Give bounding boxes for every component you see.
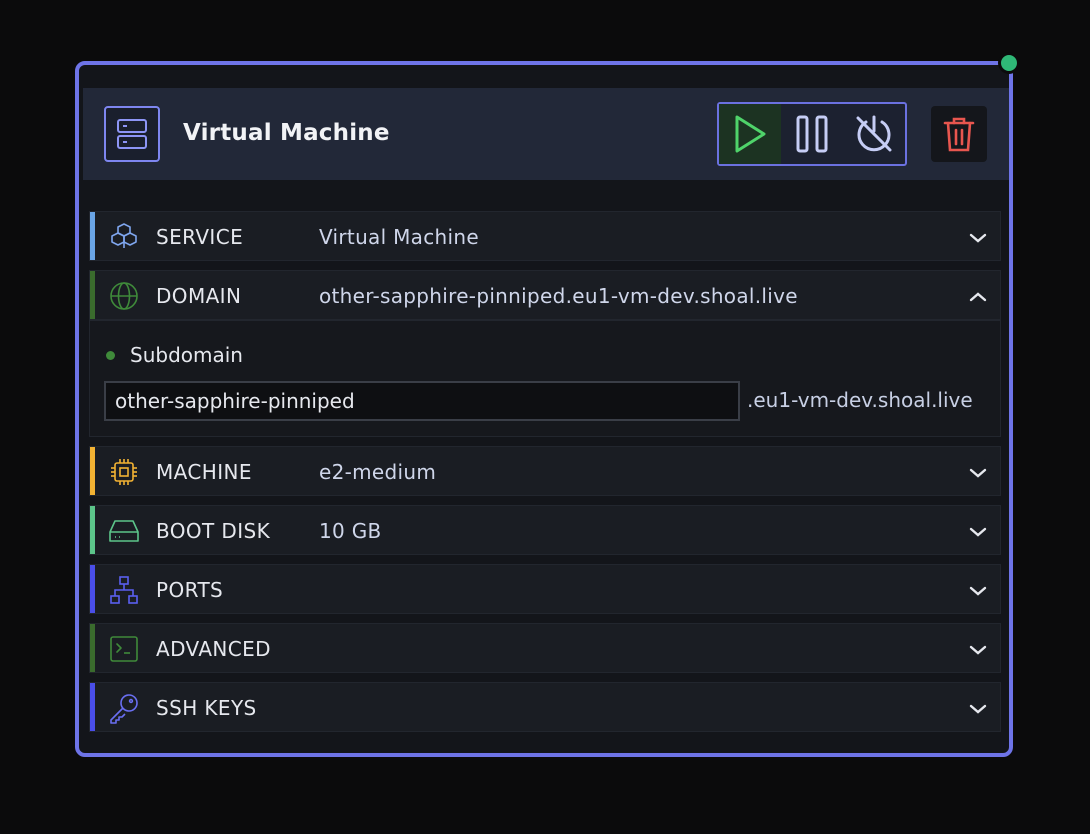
section-accent-bar (90, 271, 95, 319)
power-off-icon (856, 115, 892, 152)
section-label: BOOT DISK (156, 519, 271, 543)
domain-panel: Subdomain .eu1-vm-dev.shoal.live (89, 320, 1001, 437)
vm-card: Virtual Machine SERVICE Virtual Machine … (75, 61, 1013, 757)
pause-icon (796, 115, 828, 153)
section-value: 10 GB (319, 519, 382, 543)
section-accent-bar (90, 506, 95, 554)
section-label: SERVICE (156, 225, 244, 249)
chevron-down-icon[interactable] (968, 228, 988, 248)
subdomain-label: Subdomain (130, 343, 243, 367)
vm-controls (717, 102, 907, 166)
terminal-icon (108, 634, 140, 664)
section-label: MACHINE (156, 460, 252, 484)
chevron-down-icon[interactable] (968, 463, 988, 483)
section-ssh-keys[interactable]: SSH KEYS (89, 682, 1001, 732)
chevron-down-icon[interactable] (968, 522, 988, 542)
status-dot (106, 351, 115, 360)
chevron-up-icon[interactable] (968, 287, 988, 307)
section-machine[interactable]: MACHINE e2-medium (89, 446, 1001, 496)
status-indicator (998, 52, 1020, 74)
play-icon (735, 115, 766, 153)
section-value: e2-medium (319, 460, 437, 484)
section-accent-bar (90, 447, 95, 495)
section-label: PORTS (156, 578, 224, 602)
section-label: ADVANCED (156, 637, 271, 661)
chevron-down-icon[interactable] (968, 699, 988, 719)
card-header: Virtual Machine (83, 88, 1009, 180)
stop-button[interactable] (843, 104, 905, 164)
section-domain[interactable]: DOMAIN other-sapphire-pinniped.eu1-vm-de… (89, 270, 1001, 320)
section-boot-disk[interactable]: BOOT DISK 10 GB (89, 505, 1001, 555)
section-value: other-sapphire-pinniped.eu1-vm-dev.shoal… (319, 284, 798, 308)
section-label: SSH KEYS (156, 696, 257, 720)
pause-button[interactable] (781, 104, 843, 164)
section-accent-bar (90, 212, 95, 260)
trash-icon (943, 117, 975, 152)
key-icon (108, 693, 140, 724)
section-accent-bar (90, 624, 95, 672)
section-ports[interactable]: PORTS (89, 564, 1001, 614)
network-icon (108, 575, 140, 605)
section-accent-bar (90, 683, 95, 731)
cpu-icon (108, 457, 140, 487)
start-button[interactable] (719, 104, 781, 164)
delete-button[interactable] (931, 106, 987, 162)
subdomain-input[interactable] (104, 381, 740, 421)
server-icon (104, 106, 160, 162)
hard-drive-icon (108, 516, 140, 546)
page-title: Virtual Machine (183, 120, 390, 146)
section-advanced[interactable]: ADVANCED (89, 623, 1001, 673)
chevron-down-icon[interactable] (968, 581, 988, 601)
globe-icon (108, 281, 140, 311)
section-label: DOMAIN (156, 284, 242, 308)
config-sections: SERVICE Virtual Machine DOMAIN other-sap… (89, 211, 1001, 741)
section-accent-bar (90, 565, 95, 613)
section-service[interactable]: SERVICE Virtual Machine (89, 211, 1001, 261)
chevron-down-icon[interactable] (968, 640, 988, 660)
subdomain-suffix: .eu1-vm-dev.shoal.live (747, 388, 973, 412)
section-value: Virtual Machine (319, 225, 479, 249)
cubes-icon (108, 222, 140, 252)
